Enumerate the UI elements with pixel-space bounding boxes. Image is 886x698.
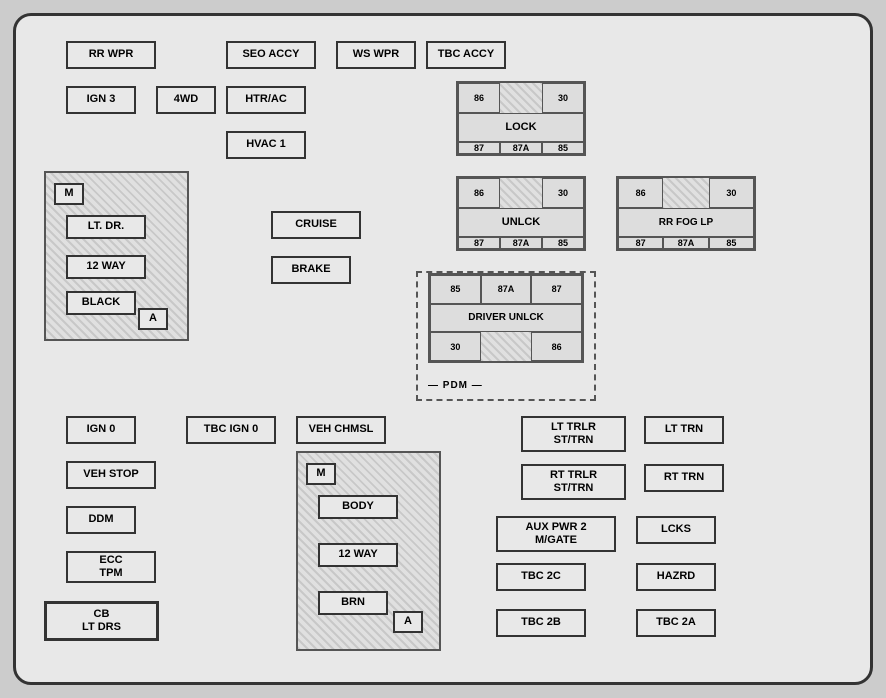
ws-wpr-box: WS WPR (336, 41, 416, 69)
ign3-box: IGN 3 (66, 86, 136, 114)
rr-wpr-box: RR WPR (66, 41, 156, 69)
tbc-ign0-box: TBC IGN 0 (186, 416, 276, 444)
lock-85: 85 (542, 142, 584, 154)
du-87a: 87A (481, 275, 532, 304)
lcks-box: LCKS (636, 516, 716, 544)
seo-accy-box: SEO ACCY (226, 41, 316, 69)
right-connector-block: M BODY 12 WAY BRN A (296, 451, 441, 651)
fog-87a: 87A (663, 237, 708, 249)
m-left-box: M (54, 183, 84, 205)
lt-trn-box: LT TRN (644, 416, 724, 444)
unlck-30: 30 (542, 178, 584, 208)
unlck-87: 87 (458, 237, 500, 249)
veh-chmsl-box: VEH CHMSL (296, 416, 386, 444)
driver-unlck-relay: 85 87A 87 DRIVER UNLCK 30 86 (428, 273, 584, 363)
unlck-87a: 87A (500, 237, 542, 249)
lock-87: 87 (458, 142, 500, 154)
veh-stop-box: VEH STOP (66, 461, 156, 489)
hvac1-box: HVAC 1 (226, 131, 306, 159)
lock-86: 86 (458, 83, 500, 113)
rr-fog-relay: 86 30 RR FOG LP 87 87A 85 (616, 176, 756, 251)
fog-85: 85 (709, 237, 754, 249)
fog-30: 30 (709, 178, 754, 208)
a-right-box: A (393, 611, 423, 633)
a-left-box: A (138, 308, 168, 330)
tbc-accy-box: TBC ACCY (426, 41, 506, 69)
tbc-2b-box: TBC 2B (496, 609, 586, 637)
black-box: BLACK (66, 291, 136, 315)
cruise-box: CRUISE (271, 211, 361, 239)
tbc-2c-box: TBC 2C (496, 563, 586, 591)
pdm-region: 85 87A 87 DRIVER UNLCK 30 86 — PDM — (416, 271, 596, 401)
lock-center: LOCK (458, 113, 584, 143)
du-86: 86 (531, 332, 582, 361)
fwd-box: 4WD (156, 86, 216, 114)
ecc-tpm-box: ECC TPM (66, 551, 156, 583)
du-30: 30 (430, 332, 481, 361)
du-center: DRIVER UNLCK (430, 304, 582, 333)
m-right-box: M (306, 463, 336, 485)
left-connector-block: M LT. DR. 12 WAY BLACK A (44, 171, 189, 341)
fog-center: RR FOG LP (618, 208, 754, 238)
unlck-center: UNLCK (458, 208, 584, 238)
ign0-box: IGN 0 (66, 416, 136, 444)
fog-86: 86 (618, 178, 663, 208)
du-87: 87 (531, 275, 582, 304)
lock-relay: 86 30 LOCK 87 87A 85 (456, 81, 586, 156)
unlck-86: 86 (458, 178, 500, 208)
12way-right-box: 12 WAY (318, 543, 398, 567)
htr-ac-box: HTR/AC (226, 86, 306, 114)
unlck-85: 85 (542, 237, 584, 249)
fog-87: 87 (618, 237, 663, 249)
lock-87a: 87A (500, 142, 542, 154)
hazrd-box: HAZRD (636, 563, 716, 591)
body-box: BODY (318, 495, 398, 519)
rt-trn-box: RT TRN (644, 464, 724, 492)
12way-left-box: 12 WAY (66, 255, 146, 279)
unlck-relay: 86 30 UNLCK 87 87A 85 (456, 176, 586, 251)
lock-30: 30 (542, 83, 584, 113)
lt-trlr-box: LT TRLR ST/TRN (521, 416, 626, 452)
rt-trlr-box: RT TRLR ST/TRN (521, 464, 626, 500)
brake-box: BRAKE (271, 256, 351, 284)
ddm-box: DDM (66, 506, 136, 534)
brn-box: BRN (318, 591, 388, 615)
du-85: 85 (430, 275, 481, 304)
tbc-2a-box: TBC 2A (636, 609, 716, 637)
aux-pwr2-box: AUX PWR 2 M/GATE (496, 516, 616, 552)
lt-dr-box: LT. DR. (66, 215, 146, 239)
cb-lt-drs-box: CB LT DRS (44, 601, 159, 641)
fuse-diagram: RR WPR SEO ACCY WS WPR TBC ACCY IGN 3 4W… (13, 13, 873, 685)
pdm-label: — PDM — (428, 380, 483, 391)
